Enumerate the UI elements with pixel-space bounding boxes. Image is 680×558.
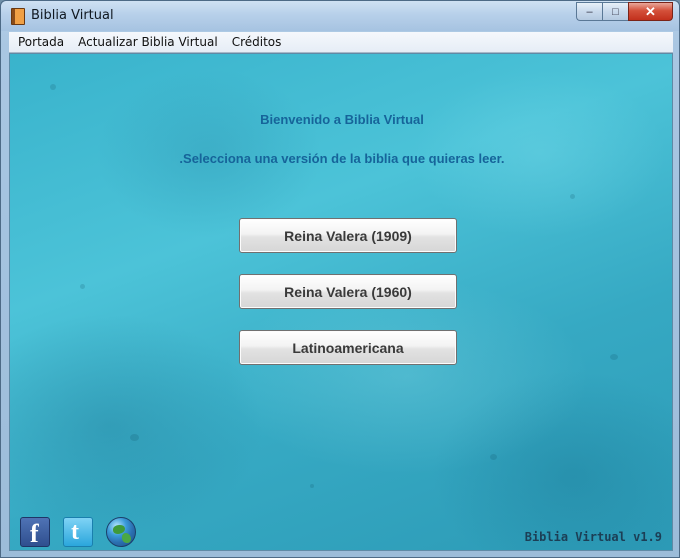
globe-land	[122, 533, 131, 543]
reina-valera-1960-button[interactable]: Reina Valera (1960)	[239, 274, 457, 309]
texture-speck	[130, 434, 139, 441]
main-content: Bienvenido a Biblia Virtual .Selecciona …	[9, 53, 673, 551]
minimize-button[interactable]: –	[576, 2, 602, 21]
globe-icon[interactable]	[106, 517, 136, 547]
version-label: Biblia Virtual v1.9	[524, 530, 662, 544]
window-title: Biblia Virtual	[31, 8, 114, 23]
texture-speck	[50, 84, 56, 90]
instruction-text: .Selecciona una versión de la biblia que…	[179, 151, 505, 166]
texture-speck	[490, 454, 497, 460]
texture-speck	[80, 284, 85, 289]
facebook-glyph: f	[30, 519, 39, 548]
maximize-button[interactable]: □	[602, 2, 628, 21]
menu-item-actualizar[interactable]: Actualizar Biblia Virtual	[71, 32, 225, 53]
window-controls: – □ ✕	[576, 2, 673, 22]
welcome-heading: Bienvenido a Biblia Virtual	[260, 112, 424, 127]
close-button[interactable]: ✕	[628, 2, 673, 21]
menu-item-creditos[interactable]: Créditos	[225, 32, 289, 53]
latinoamericana-button[interactable]: Latinoamericana	[239, 330, 457, 365]
facebook-icon[interactable]: f	[20, 517, 50, 548]
title-bar[interactable]: Biblia Virtual – □ ✕	[1, 1, 679, 31]
texture-speck	[310, 484, 314, 488]
book-icon	[11, 8, 25, 25]
texture-speck	[570, 194, 575, 199]
menu-item-portada[interactable]: Portada	[11, 32, 71, 53]
texture-speck	[610, 354, 618, 360]
twitter-icon[interactable]: t	[63, 517, 93, 547]
menu-bar: Portada Actualizar Biblia Virtual Crédit…	[9, 32, 673, 53]
twitter-glyph: t	[71, 519, 79, 545]
app-window: Biblia Virtual – □ ✕ Portada Actualizar …	[0, 0, 680, 558]
reina-valera-1909-button[interactable]: Reina Valera (1909)	[239, 218, 457, 253]
